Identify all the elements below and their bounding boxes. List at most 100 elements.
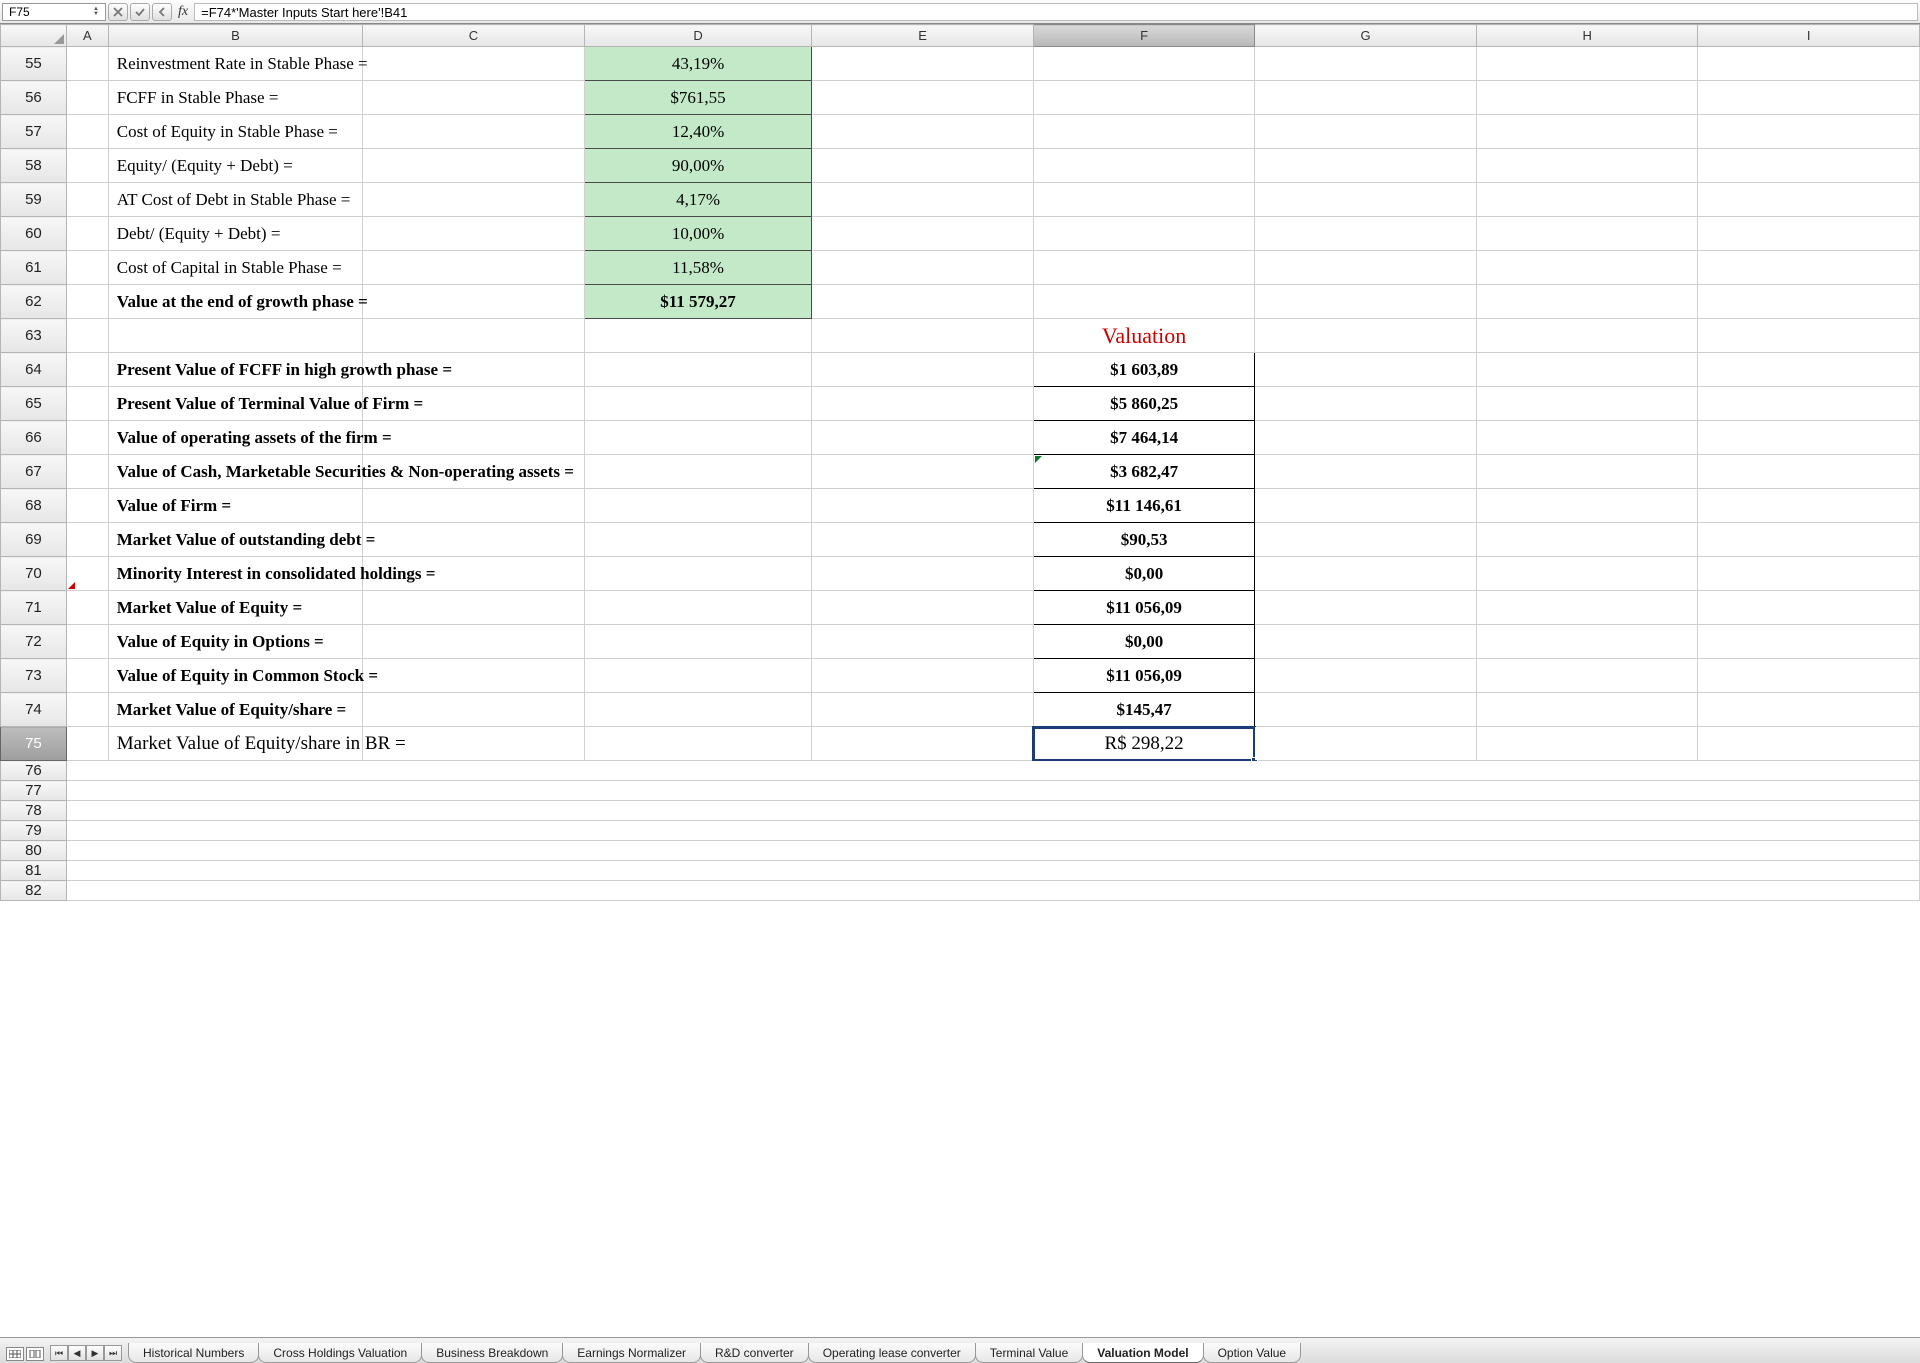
- cell[interactable]: 4,17%: [584, 183, 812, 217]
- cell[interactable]: [1255, 557, 1477, 591]
- cell[interactable]: [66, 489, 108, 523]
- cell[interactable]: [1033, 285, 1255, 319]
- cell[interactable]: [1698, 47, 1920, 81]
- row-header[interactable]: 70: [1, 557, 67, 591]
- cell[interactable]: [1255, 81, 1477, 115]
- cell[interactable]: [1698, 455, 1920, 489]
- cell[interactable]: [812, 115, 1034, 149]
- cell[interactable]: [1033, 115, 1255, 149]
- accept-formula-button[interactable]: [130, 3, 150, 21]
- cell[interactable]: [363, 557, 585, 591]
- cell[interactable]: [1698, 727, 1920, 761]
- cell[interactable]: [1033, 217, 1255, 251]
- cell[interactable]: [66, 217, 108, 251]
- cell[interactable]: [363, 149, 585, 183]
- cell[interactable]: [812, 591, 1034, 625]
- cell[interactable]: Present Value of FCFF in high growth pha…: [108, 353, 362, 387]
- cell[interactable]: [66, 319, 108, 353]
- cell[interactable]: [812, 625, 1034, 659]
- cell[interactable]: [1476, 625, 1698, 659]
- cell[interactable]: [1255, 693, 1477, 727]
- cell[interactable]: Valuation: [1033, 319, 1255, 353]
- cell[interactable]: [66, 591, 108, 625]
- cell[interactable]: [1033, 81, 1255, 115]
- cell[interactable]: [812, 387, 1034, 421]
- cell[interactable]: [584, 693, 812, 727]
- cell[interactable]: [1476, 421, 1698, 455]
- cell[interactable]: [66, 251, 108, 285]
- cell[interactable]: [812, 489, 1034, 523]
- sheet-tab[interactable]: R&D converter: [700, 1343, 809, 1363]
- cell[interactable]: $5 860,25: [1033, 387, 1255, 421]
- cell[interactable]: [1255, 47, 1477, 81]
- sheet-tab[interactable]: Earnings Normalizer: [562, 1343, 701, 1363]
- cell[interactable]: Value of Firm =: [108, 489, 362, 523]
- cell[interactable]: [812, 217, 1034, 251]
- row-header[interactable]: 64: [1, 353, 67, 387]
- cell[interactable]: Market Value of Equity/share =: [108, 693, 362, 727]
- row-header[interactable]: 81: [1, 861, 67, 881]
- cell[interactable]: [1698, 183, 1920, 217]
- cell[interactable]: [363, 353, 585, 387]
- row-header[interactable]: 80: [1, 841, 67, 861]
- cell[interactable]: [812, 47, 1034, 81]
- cell[interactable]: $1 603,89: [1033, 353, 1255, 387]
- cell[interactable]: 10,00%: [584, 217, 812, 251]
- cell[interactable]: [66, 781, 1919, 801]
- cell[interactable]: [1255, 625, 1477, 659]
- cell[interactable]: [584, 353, 812, 387]
- cell[interactable]: [1698, 489, 1920, 523]
- cell[interactable]: [1476, 387, 1698, 421]
- cell[interactable]: [1476, 115, 1698, 149]
- cell[interactable]: Value of operating assets of the firm =: [108, 421, 362, 455]
- column-header[interactable]: A: [66, 25, 108, 47]
- cell[interactable]: [1255, 523, 1477, 557]
- cell[interactable]: $0,00: [1033, 625, 1255, 659]
- cell[interactable]: [1255, 217, 1477, 251]
- cell[interactable]: [66, 659, 108, 693]
- last-sheet-button[interactable]: ⏭: [104, 1345, 122, 1361]
- row-header[interactable]: 68: [1, 489, 67, 523]
- cell[interactable]: [812, 693, 1034, 727]
- cell[interactable]: [1698, 285, 1920, 319]
- formula-input[interactable]: =F74*'Master Inputs Start here'!B41: [194, 3, 1918, 21]
- cell[interactable]: [363, 47, 585, 81]
- cell[interactable]: [812, 319, 1034, 353]
- cell[interactable]: [66, 693, 108, 727]
- cell[interactable]: [108, 319, 362, 353]
- cell[interactable]: [66, 523, 108, 557]
- cell[interactable]: [1255, 285, 1477, 319]
- cell[interactable]: $11 579,27: [584, 285, 812, 319]
- cell[interactable]: [584, 489, 812, 523]
- row-header[interactable]: 57: [1, 115, 67, 149]
- column-header[interactable]: F: [1033, 25, 1255, 47]
- cell[interactable]: [66, 47, 108, 81]
- cell[interactable]: Minority Interest in consolidated holdin…: [108, 557, 362, 591]
- cell[interactable]: 11,58%: [584, 251, 812, 285]
- cell[interactable]: [66, 285, 108, 319]
- row-header[interactable]: 65: [1, 387, 67, 421]
- cell[interactable]: [1476, 285, 1698, 319]
- cell[interactable]: [812, 149, 1034, 183]
- cell[interactable]: [66, 625, 108, 659]
- sheet-tab-active[interactable]: Valuation Model: [1082, 1343, 1203, 1363]
- cell[interactable]: $3 682,47: [1033, 455, 1255, 489]
- cell[interactable]: [1255, 183, 1477, 217]
- cell[interactable]: [363, 319, 585, 353]
- cell[interactable]: $11 056,09: [1033, 659, 1255, 693]
- cell[interactable]: [1033, 183, 1255, 217]
- row-header[interactable]: 69: [1, 523, 67, 557]
- column-header[interactable]: G: [1255, 25, 1477, 47]
- cell[interactable]: Market Value of outstanding debt =: [108, 523, 362, 557]
- cell[interactable]: [1698, 625, 1920, 659]
- cell[interactable]: [363, 693, 585, 727]
- cell[interactable]: [1476, 693, 1698, 727]
- cell[interactable]: [812, 81, 1034, 115]
- page-layout-view-button[interactable]: [26, 1347, 44, 1361]
- cell[interactable]: 43,19%: [584, 47, 812, 81]
- cell[interactable]: [1698, 387, 1920, 421]
- cell[interactable]: [363, 183, 585, 217]
- cell[interactable]: [363, 727, 585, 761]
- cell[interactable]: [812, 523, 1034, 557]
- cell[interactable]: Market Value of Equity =: [108, 591, 362, 625]
